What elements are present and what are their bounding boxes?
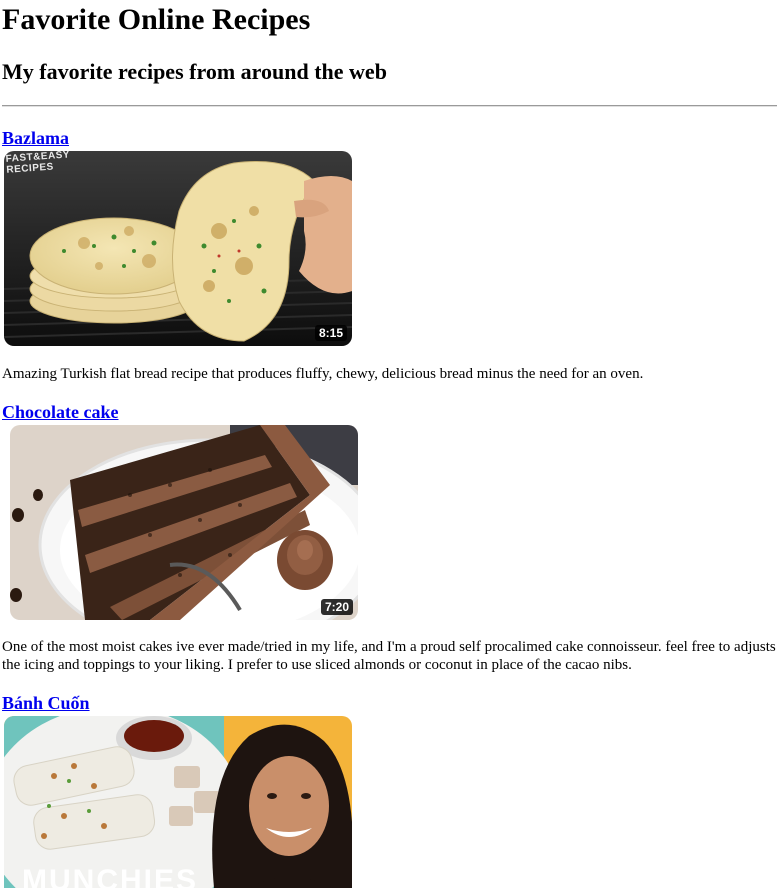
recipe-heading: Chocolate cake (2, 401, 777, 423)
page-title: Favorite Online Recipes (2, 3, 311, 36)
recipe-description: One of the most moist cakes ive ever mad… (2, 639, 776, 673)
recipe-item: Bazlama FAST&EASY RECIPES 8:15 Amazing T… (2, 127, 777, 383)
channel-tag: FAST&EASY RECIPES (5, 151, 71, 176)
bazlama-image (4, 151, 352, 346)
recipe-description: Amazing Turkish flat bread recipe that p… (2, 366, 644, 382)
recipe-heading: Bánh Cuốn (2, 692, 777, 714)
recipe-link-banh-cuon[interactable]: Bánh Cuốn (2, 693, 90, 713)
divider (2, 105, 777, 107)
banh-cuon-image (4, 716, 352, 888)
channel-tag: MUNCHIES (22, 864, 199, 888)
page: Favorite Online Recipes My favorite reci… (0, 0, 779, 888)
page-subtitle: My favorite recipes from around the web (2, 59, 387, 84)
recipe-item: Bánh Cuốn MUNCHIES (2, 692, 777, 888)
recipe-thumbnail[interactable]: 7:20 (10, 425, 358, 620)
chocolate-cake-image (10, 425, 358, 620)
recipe-link-chocolate-cake[interactable]: Chocolate cake (2, 402, 118, 422)
recipe-thumbnail[interactable]: MUNCHIES (4, 716, 352, 888)
recipe-link-bazlama[interactable]: Bazlama (2, 128, 69, 148)
video-duration-badge: 7:20 (320, 599, 353, 615)
video-duration-badge: 8:15 (314, 325, 347, 341)
recipe-thumbnail[interactable]: FAST&EASY RECIPES 8:15 (4, 151, 352, 346)
recipe-heading: Bazlama (2, 127, 777, 149)
recipe-item: Chocolate cake 7:20 One of the most mois… (2, 401, 777, 674)
